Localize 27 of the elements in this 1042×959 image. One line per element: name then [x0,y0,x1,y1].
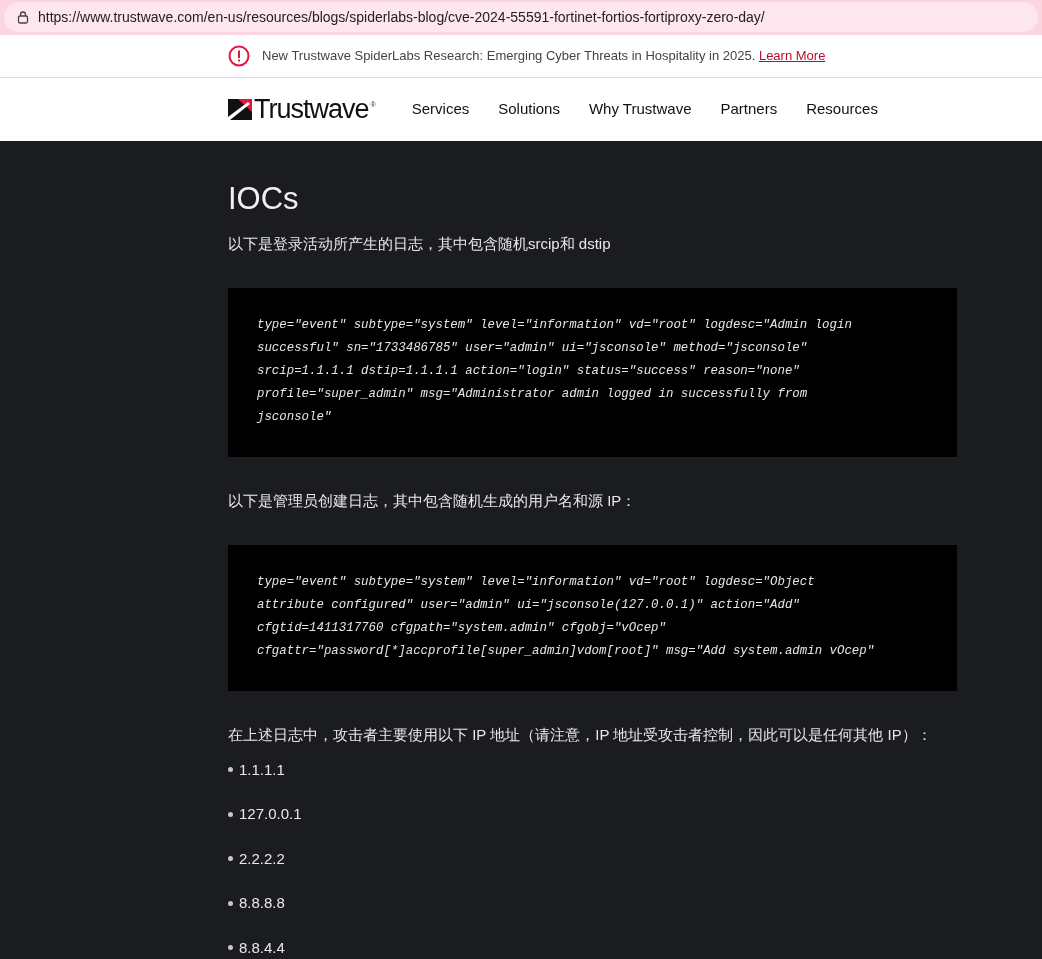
code-block: type="event" subtype="system" level="information" vd="root" logdesc="Object attribute configured" user="admin" ui="jsconsole(127.0.0.1)" action="Add" cfgtid=1411317760 cfgpath="system.admin" cfgobj="vOcep" cfgattr="password[*]accprofile[super_admin]vdom[root]" msg="Add system.admin vOcep" [228,544,957,691]
learn-more-link[interactable]: Learn More [758,47,826,63]
nav-link[interactable]: Resources [806,97,878,121]
bullet-icon [228,856,233,862]
nav-link[interactable]: Partners [720,97,778,121]
nav-link[interactable]: Why Trustwave [588,97,692,121]
list-item: 2.2.2.2 [239,848,285,869]
code-block: type="event" subtype="system" level="information" vd="root" logdesc="Admin login successful" sn="1733486785" user="admin" ui="jsconsole" method="jsconsole" srcip=1.1.1.1 dstip=1.1.1.1 action="login" status="success" reason="none" profile="super_admin" msg="Administrator admin logged in successfully from jsconsole" [228,287,957,457]
list-item: 8.8.8.8 [239,893,285,913]
bullet-icon [228,767,233,773]
section-heading: IOCs [228,182,300,214]
list-item: 1.1.1.1 [239,759,285,780]
bullet-icon [228,945,233,951]
logo-text[interactable]: Trustwave [254,95,369,123]
lock-icon [16,10,30,25]
nav-link[interactable]: Services [411,97,470,121]
paragraph: 以下是登录活动所产生的日志，其中包含随机srcip和 dstip [228,233,612,254]
list-item: 8.8.4.4 [239,937,285,958]
paragraph: 在上述日志中，攻击者主要使用以下 IP 地址（请注意，IP 地址受攻击者控制，因此可以是任何其他 IP）： [228,724,933,745]
banner-text: New Trustwave SpiderLabs Research: Emerging Cyber Threats in Hospitality in 2025. Learn More [262,46,826,65]
nav-link[interactable]: Solutions [498,97,560,121]
alert-icon [228,44,250,67]
list-item: 127.0.0.1 [239,804,302,824]
paragraph: 以下是管理员创建日志，其中包含随机生成的用户名和源 IP： [228,490,638,511]
bullet-icon [228,900,233,906]
logo-icon [228,98,252,120]
bullet-icon [228,811,233,817]
